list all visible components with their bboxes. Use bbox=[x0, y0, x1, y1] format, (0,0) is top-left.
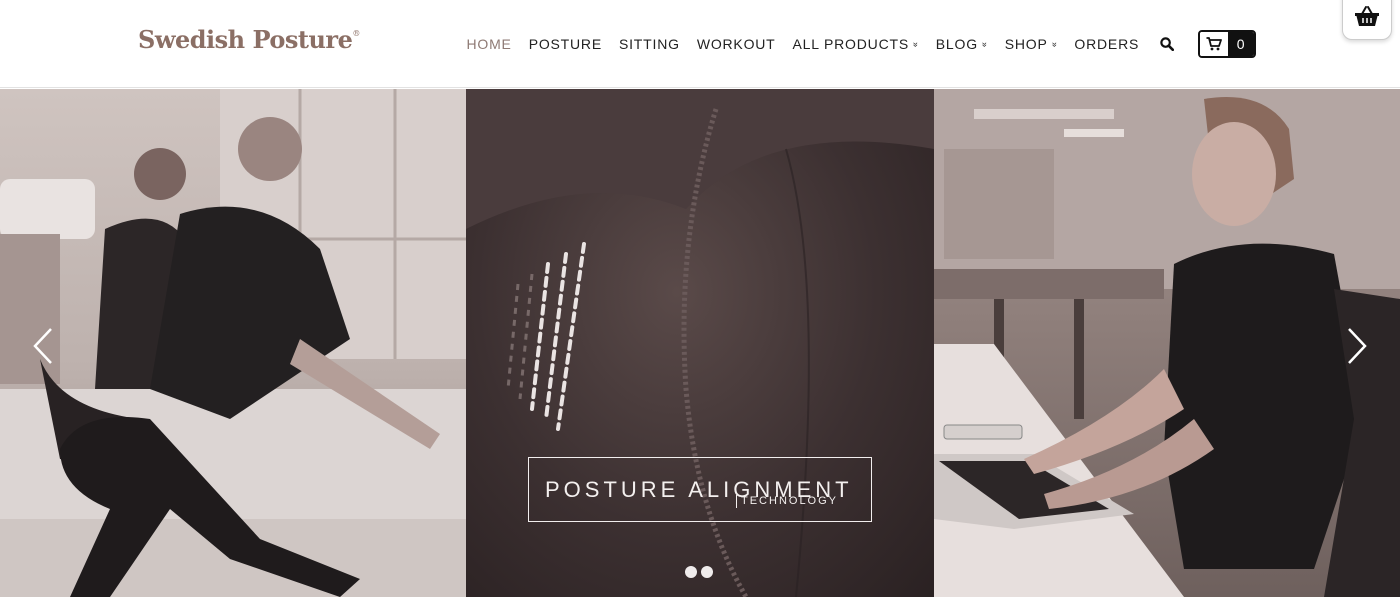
basket-button[interactable] bbox=[1342, 0, 1392, 40]
search-button[interactable] bbox=[1152, 37, 1182, 51]
slider-dot[interactable] bbox=[685, 566, 697, 578]
logo-registered-mark: ® bbox=[352, 29, 360, 38]
photo-illustration bbox=[934, 89, 1400, 597]
nav-item-all-products[interactable]: ALL PRODUCTS» bbox=[784, 36, 927, 52]
hero-slider: POSTURE ALIGNMENT TECHNOLOGY bbox=[0, 89, 1400, 597]
nav-item-blog[interactable]: BLOG» bbox=[927, 36, 996, 52]
chevron-right-icon bbox=[1348, 328, 1367, 364]
nav-label: POSTURE bbox=[528, 36, 602, 52]
chevron-left-icon bbox=[33, 328, 52, 364]
chevron-down-icon: » bbox=[979, 42, 990, 48]
nav-label: SHOP bbox=[1004, 36, 1048, 52]
prev-slide-button[interactable] bbox=[28, 326, 58, 366]
nav-item-posture[interactable]: POSTURE bbox=[520, 36, 610, 52]
slider-dot[interactable] bbox=[701, 566, 713, 578]
cart-count: 0 bbox=[1227, 32, 1254, 56]
chevron-down-icon: » bbox=[910, 42, 921, 48]
nav-label: HOME bbox=[466, 36, 512, 52]
cart-icon bbox=[1199, 32, 1228, 56]
logo-text: Swedish Posture bbox=[138, 25, 353, 54]
nav-item-sitting[interactable]: SITTING bbox=[610, 36, 688, 52]
office-desk-photo bbox=[934, 89, 1400, 597]
photo-illustration bbox=[0, 89, 466, 597]
site-logo[interactable]: Swedish Posture® bbox=[138, 25, 360, 54]
main-nav: HOME POSTURE SITTING WORKOUT ALL PRODUCT… bbox=[458, 30, 1256, 58]
nav-label: WORKOUT bbox=[696, 36, 776, 52]
cart-button[interactable]: 0 bbox=[1197, 30, 1256, 58]
slider-dots bbox=[685, 566, 713, 578]
nav-label: BLOG bbox=[935, 36, 978, 52]
next-slide-button[interactable] bbox=[1342, 326, 1372, 366]
nav-label: ALL PRODUCTS bbox=[792, 36, 909, 52]
hero-caption: POSTURE ALIGNMENT TECHNOLOGY bbox=[528, 457, 872, 522]
nav-item-shop[interactable]: SHOP» bbox=[996, 36, 1066, 52]
search-icon bbox=[1159, 37, 1174, 51]
nav-item-workout[interactable]: WORKOUT bbox=[688, 36, 784, 52]
site-header: Swedish Posture® HOME POSTURE SITTING WO… bbox=[0, 0, 1400, 88]
chevron-down-icon: » bbox=[1049, 42, 1060, 48]
workout-squat-photo bbox=[0, 89, 466, 597]
basket-icon bbox=[1355, 5, 1379, 26]
caption-subtitle: TECHNOLOGY bbox=[736, 495, 838, 508]
nav-label: ORDERS bbox=[1074, 36, 1140, 52]
nav-item-orders[interactable]: ORDERS bbox=[1066, 36, 1148, 52]
nav-item-home[interactable]: HOME bbox=[458, 36, 520, 52]
nav-label: SITTING bbox=[618, 36, 680, 52]
